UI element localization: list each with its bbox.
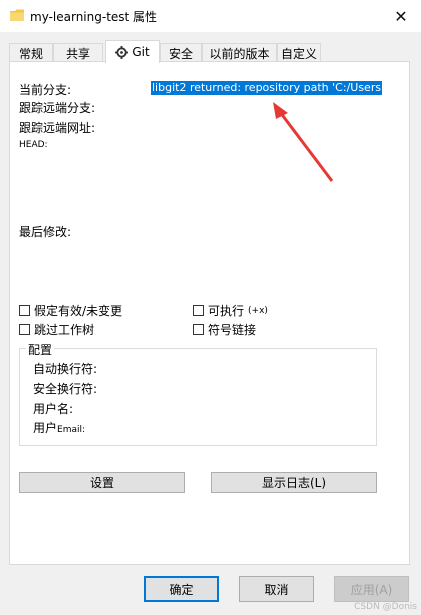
checkbox-box[interactable] [193,305,204,316]
checkbox-label: 假定有效/未变更 [34,304,123,318]
email-label: 用户Email: [33,419,85,436]
tab-label: 以前的版本 [209,46,270,61]
email-label-suffix: Email: [57,425,86,435]
red-arrow-annotation [273,102,334,182]
git-panel: 当前分支: libgit2 returned: repository path … [9,61,410,565]
tab-label: 自定义 [280,46,317,61]
tab-sharing[interactable]: 共享 [53,43,103,62]
tab-label: 常规 [18,46,43,61]
assume-unchanged-checkbox[interactable]: 假定有效/未变更 [19,302,122,319]
ok-button[interactable]: 确定 [144,576,219,602]
config-group: 配置 自动换行符: 安全换行符: 用户名: 用户Email: [19,341,377,446]
tab-bar: 常规 共享 Git 安全 以前的版本 自定义 [9,40,409,63]
tab-customize[interactable]: 自定义 [277,43,321,62]
apply-button[interactable]: 应用(A) [334,576,409,602]
email-label-prefix: 用户 [33,421,58,435]
tab-label: 共享 [65,46,90,61]
show-log-button[interactable]: 显示日志(L) [211,472,377,493]
close-button[interactable]: ✕ [381,0,421,32]
window-title: my-learning-test 属性 [30,10,158,24]
checkbox-suffix: (+x) [248,305,268,316]
tab-git[interactable]: Git [105,40,160,63]
tab-previous-versions[interactable]: 以前的版本 [202,43,277,62]
config-group-title: 配置 [26,341,55,358]
tab-general[interactable]: 常规 [9,43,53,62]
folder-icon [10,9,24,21]
tab-label: 安全 [168,46,193,61]
cancel-button[interactable]: 取消 [239,576,314,602]
checkbox-box[interactable] [19,324,30,335]
gear-icon [115,45,129,59]
autocrlf-label: 自动换行符: [33,362,98,376]
tab-security[interactable]: 安全 [160,43,202,62]
safecrlf-label: 安全换行符: [33,382,98,396]
checkbox-box[interactable] [193,324,204,335]
executable-checkbox[interactable]: 可执行 (+x) [193,302,268,319]
checkbox-label: 可执行 [208,304,245,318]
checkbox-box[interactable] [19,305,30,316]
title-bar: my-learning-test 属性 ✕ [0,0,421,32]
symlink-checkbox[interactable]: 符号链接 [193,321,256,338]
checkbox-label: 符号链接 [208,323,257,337]
username-label: 用户名: [33,402,74,416]
skip-worktree-checkbox[interactable]: 跳过工作树 [19,321,94,338]
tab-label: Git [132,45,150,59]
settings-button[interactable]: 设置 [19,472,185,493]
watermark: CSDN @Donis [354,602,417,612]
checkbox-label: 跳过工作树 [34,323,95,337]
